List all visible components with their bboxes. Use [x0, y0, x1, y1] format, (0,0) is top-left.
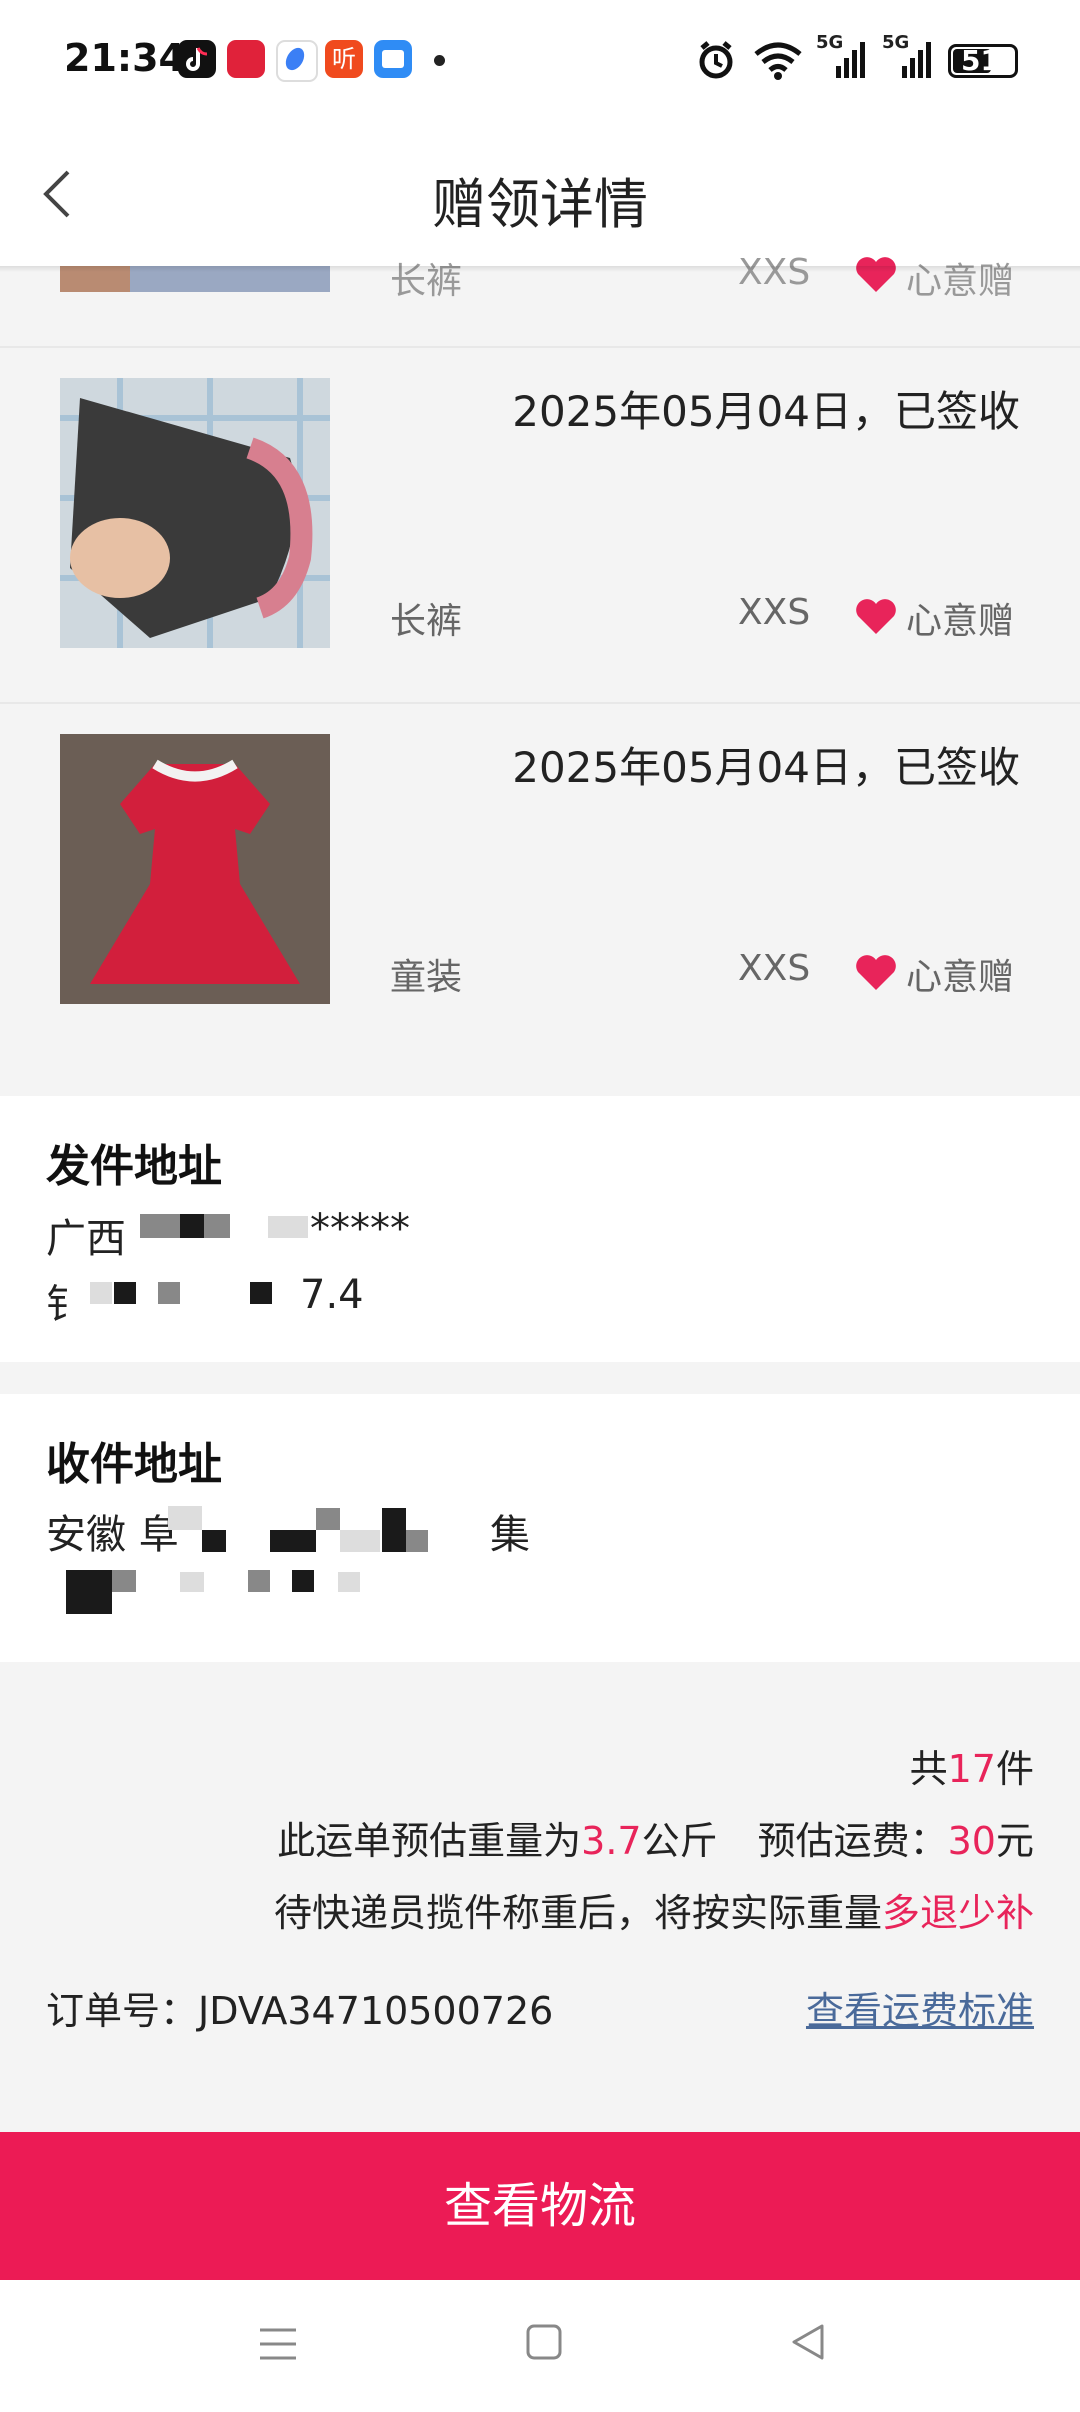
weight-and-fee: 此运单预估重量为3.7公斤 预估运费：30元: [277, 1819, 1034, 1863]
item-category: 长裤: [390, 601, 463, 642]
item-tag: 心意赠: [906, 261, 1015, 302]
redaction: [316, 1508, 340, 1530]
status-bar: 21:34 听 5G 5G 51: [0, 0, 1080, 124]
item-tag: 心意赠: [906, 957, 1015, 998]
battery-level: 51: [961, 44, 1000, 77]
item-date: 2025年05月04日，已签收: [512, 743, 1020, 792]
order-number: 订单号：JDVA34710500726: [46, 1989, 554, 2033]
list-item[interactable]: 2025年05月04日，已签收 长裤 XXS 心意赠: [0, 348, 1080, 704]
redaction: [248, 1570, 270, 1592]
redaction: [180, 1572, 204, 1592]
heart-icon: [856, 955, 896, 990]
heart-icon: [856, 599, 896, 634]
item-date: 2025年05月04日，已签收: [512, 387, 1020, 436]
menu-icon[interactable]: [256, 2324, 300, 2368]
wifi-icon: [752, 38, 804, 86]
sender-title: 发件地址: [46, 1141, 222, 1192]
item-tag: 心意赠: [906, 601, 1015, 642]
redaction: [340, 1530, 380, 1552]
header-shadow: [0, 266, 1080, 272]
receiver-title: 收件地址: [46, 1439, 222, 1490]
redaction: [292, 1570, 314, 1592]
item-size: XXS: [738, 948, 811, 989]
app-blue-icon: [276, 40, 318, 82]
list-item[interactable]: 2025年05月04日，已签收 童装 XXS 心意赠: [0, 704, 1080, 1094]
receiver-line-1: 安徽 阜: [46, 1512, 179, 1558]
file-icon: [374, 40, 412, 78]
item-count: 共17件: [909, 1747, 1034, 1791]
redaction: [406, 1530, 428, 1552]
sender-address-card: 发件地址 广西 ***** 钅 7.4: [0, 1096, 1080, 1362]
alarm-icon: [694, 38, 738, 86]
redaction: [268, 1216, 308, 1238]
redaction: [270, 1530, 316, 1552]
redaction: [168, 1506, 202, 1530]
item-thumbnail: [60, 378, 330, 648]
item-category: 长裤: [390, 261, 463, 302]
heart-icon: [856, 257, 896, 292]
redaction: [114, 1282, 136, 1304]
sender-line-1: 广西: [46, 1216, 126, 1262]
sender-line-1-tail: *****: [310, 1206, 410, 1252]
app-red-icon: [227, 40, 265, 78]
item-size: XXS: [738, 592, 811, 633]
redaction: [202, 1530, 226, 1552]
home-icon[interactable]: [524, 2322, 564, 2366]
system-nav-bar: [0, 2280, 1080, 2412]
signal-icon: 5G: [816, 32, 868, 86]
sender-line-2-tail: 7.4: [300, 1272, 364, 1318]
sender-line-2: 钅: [46, 1282, 86, 1328]
item-size: XXS: [738, 252, 811, 293]
receiver-address-card: 收件地址 安徽 阜 集: [0, 1394, 1080, 1662]
status-time: 21:34: [64, 36, 185, 80]
item-thumbnail: [60, 734, 330, 1004]
redaction: [90, 1282, 112, 1304]
redaction: [338, 1572, 360, 1592]
tiktok-icon: [178, 40, 216, 78]
back-nav-icon[interactable]: [788, 2322, 828, 2366]
item-category: 童装: [390, 957, 463, 998]
more-notifications-dot: [434, 55, 445, 66]
redaction: [382, 1508, 406, 1552]
redaction: [180, 1214, 204, 1238]
page-title: 赠领详情: [432, 173, 648, 236]
redaction: [112, 1570, 136, 1592]
weight-notice: 待快递员揽件称重后，将按实际重量多退少补: [273, 1891, 1034, 1935]
battery-icon: 51: [948, 44, 1018, 78]
view-logistics-button[interactable]: 查看物流: [0, 2132, 1080, 2280]
signal-icon-2: 5G: [882, 32, 934, 86]
receiver-line-1-tail: 集: [490, 1512, 530, 1558]
list-item[interactable]: 长裤 XXS 心意赠: [0, 252, 1080, 348]
redaction: [66, 1592, 112, 1614]
redaction: [158, 1282, 180, 1304]
redaction: [250, 1282, 272, 1304]
fee-standard-link[interactable]: 查看运费标准: [806, 1980, 1034, 2035]
listen-icon: 听: [325, 40, 363, 78]
